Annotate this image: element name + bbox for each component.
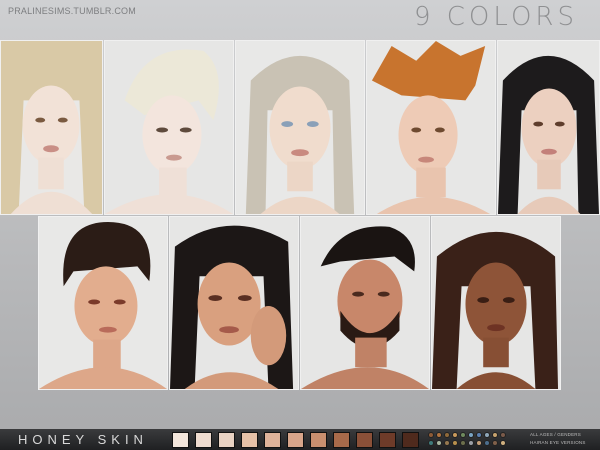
- eye-color-dot: [500, 440, 506, 446]
- skin-swatch: [333, 432, 350, 448]
- credit-text: PRALINESIMS.TUMBLR.COM: [8, 6, 136, 16]
- eye-color-dot: [492, 440, 498, 446]
- skin-swatch: [218, 432, 235, 448]
- skin-swatch: [379, 432, 396, 448]
- skin-swatch: [310, 432, 327, 448]
- portrait-illustration: [301, 217, 429, 389]
- info-ages-genders: ALL AGES / GENDERS: [530, 432, 581, 437]
- eye-color-dot: [468, 440, 474, 446]
- skin-swatch: [241, 432, 258, 448]
- eye-color-dot: [484, 432, 490, 438]
- eye-color-dot: [460, 440, 466, 446]
- eye-color-dot: [476, 440, 482, 446]
- product-name: HONEY SKIN: [18, 432, 148, 447]
- eye-color-dot: [452, 432, 458, 438]
- portrait-illustration: [432, 217, 560, 389]
- eye-color-dot: [428, 440, 434, 446]
- skin-swatch: [264, 432, 281, 448]
- eye-color-dot: [500, 432, 506, 438]
- skin-swatch: [402, 432, 419, 448]
- portrait-top-5: [497, 40, 600, 215]
- eye-color-dot: [492, 432, 498, 438]
- portrait-illustration: [39, 217, 167, 389]
- skin-swatch: [195, 432, 212, 448]
- portrait-illustration: [170, 217, 298, 389]
- portrait-illustration: [367, 41, 495, 214]
- portrait-bottom-4: [431, 216, 561, 390]
- eye-color-dot: [436, 440, 442, 446]
- portrait-illustration: [105, 41, 233, 214]
- eye-color-dot: [476, 432, 482, 438]
- skin-swatch: [287, 432, 304, 448]
- eye-color-dot: [452, 440, 458, 446]
- portrait-bottom-1: [38, 216, 168, 390]
- portrait-bottom-2: [169, 216, 299, 390]
- skin-swatch: [172, 432, 189, 448]
- eye-color-dot: [468, 432, 474, 438]
- eye-color-dot: [436, 432, 442, 438]
- portrait-illustration: [236, 41, 364, 214]
- portrait-top-1: [0, 40, 103, 215]
- eye-color-dot: [444, 432, 450, 438]
- eye-color-dot: [484, 440, 490, 446]
- portrait-top-4: [366, 40, 496, 215]
- eye-color-dot: [444, 440, 450, 446]
- portrait-bottom-3: [300, 216, 430, 390]
- skin-swatch: [356, 432, 373, 448]
- portrait-illustration: [1, 41, 102, 214]
- info-eye-versions: HAIRAN EYE VERSIONS: [530, 440, 586, 445]
- portrait-top-3: [235, 40, 365, 215]
- headline: 9 COLORS: [413, 2, 578, 32]
- eye-color-dot: [460, 432, 466, 438]
- eye-color-dot: [428, 432, 434, 438]
- portrait-top-2: [104, 40, 234, 215]
- portrait-illustration: [498, 41, 599, 214]
